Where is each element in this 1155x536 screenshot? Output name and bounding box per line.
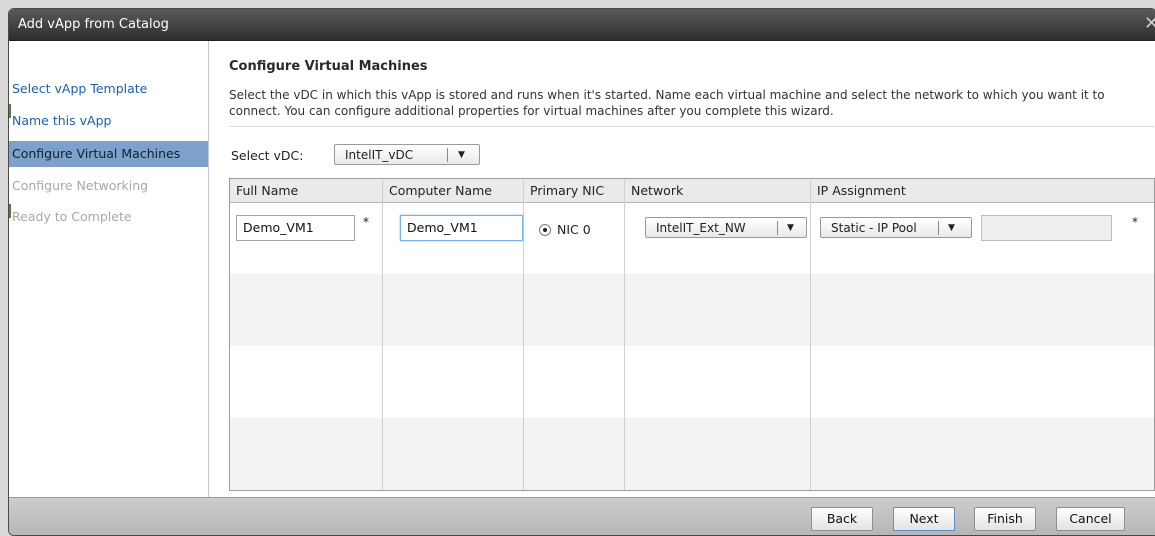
ip-assignment-select[interactable]: Static - IP Pool ▼ (820, 217, 972, 238)
select-separator (938, 221, 939, 235)
column-header-primary-nic: Primary NIC (530, 183, 605, 198)
chevron-down-icon: ▼ (458, 150, 465, 160)
dialog-titlebar: Add vApp from Catalog ✕ (9, 9, 1155, 41)
sidebar-item-label: Ready to Complete (12, 209, 132, 224)
nic-label: NIC 0 (557, 222, 591, 237)
required-asterisk: * (363, 215, 369, 229)
sidebar-item-label: Configure Networking (12, 178, 149, 193)
vm-table: Full Name Computer Name Primary NIC Netw… (229, 178, 1155, 491)
table-row-empty (230, 274, 1154, 346)
sidebar-item-configure-virtual-machines[interactable]: Configure Virtual Machines (9, 141, 208, 167)
page-title: Configure Virtual Machines (229, 59, 428, 74)
ip-address-input[interactable] (981, 215, 1112, 241)
required-asterisk: * (1132, 215, 1138, 229)
sidebar-item-label: Name this vApp (12, 113, 112, 128)
sidebar-item-label: Select vApp Template (12, 81, 148, 96)
full-name-input[interactable]: Demo_VM1 (236, 215, 355, 241)
add-vapp-dialog: Add vApp from Catalog ✕ Select vApp Temp… (8, 8, 1155, 536)
column-header-network: Network (631, 183, 684, 198)
page-description: Select the vDC in which this vApp is sto… (229, 88, 1105, 118)
chevron-down-icon: ▼ (948, 223, 955, 233)
vdc-select[interactable]: IntelIT_vDC ▼ (334, 144, 480, 165)
vdc-label: Select vDC: (231, 148, 304, 163)
column-header-ip-assignment: IP Assignment (817, 183, 906, 198)
sidebar-item-select-vapp-template[interactable]: Select vApp Template (9, 76, 208, 102)
sidebar-item-configure-networking: Configure Networking (9, 173, 208, 199)
divider (229, 126, 1154, 127)
close-icon[interactable]: ✕ (1144, 9, 1155, 38)
sidebar-item-label: Configure Virtual Machines (12, 146, 181, 161)
vdc-select-value: IntelIT_vDC (345, 148, 414, 162)
network-select-value: IntelIT_Ext_NW (656, 221, 746, 235)
finish-button[interactable]: Finish (974, 507, 1036, 531)
next-button[interactable]: Next (893, 507, 955, 531)
column-header-full-name: Full Name (236, 183, 299, 198)
wizard-steps-sidebar: Select vApp Template Name this vApp Conf… (9, 41, 209, 497)
ip-assignment-select-value: Static - IP Pool (831, 221, 917, 235)
table-header: Full Name Computer Name Primary NIC Netw… (230, 179, 1154, 203)
dialog-footer: Back Next Finish Cancel (9, 497, 1155, 535)
table-row-empty (230, 418, 1154, 490)
column-header-computer-name: Computer Name (389, 183, 492, 198)
dialog-title: Add vApp from Catalog (18, 17, 169, 32)
column-divider (624, 179, 625, 490)
column-divider (810, 179, 811, 490)
back-button[interactable]: Back (811, 507, 873, 531)
sidebar-item-ready-to-complete: Ready to Complete (9, 204, 208, 230)
nic-radio-button[interactable] (539, 224, 551, 236)
chevron-down-icon: ▼ (787, 223, 794, 233)
select-separator (777, 221, 778, 235)
network-select[interactable]: IntelIT_Ext_NW ▼ (645, 217, 807, 238)
column-divider (523, 179, 524, 490)
sidebar-item-name-this-vapp[interactable]: Name this vApp (9, 108, 208, 134)
computer-name-input[interactable]: Demo_VM1 (400, 215, 523, 241)
column-divider (382, 179, 383, 490)
cancel-button[interactable]: Cancel (1056, 507, 1125, 531)
select-separator (447, 148, 448, 162)
